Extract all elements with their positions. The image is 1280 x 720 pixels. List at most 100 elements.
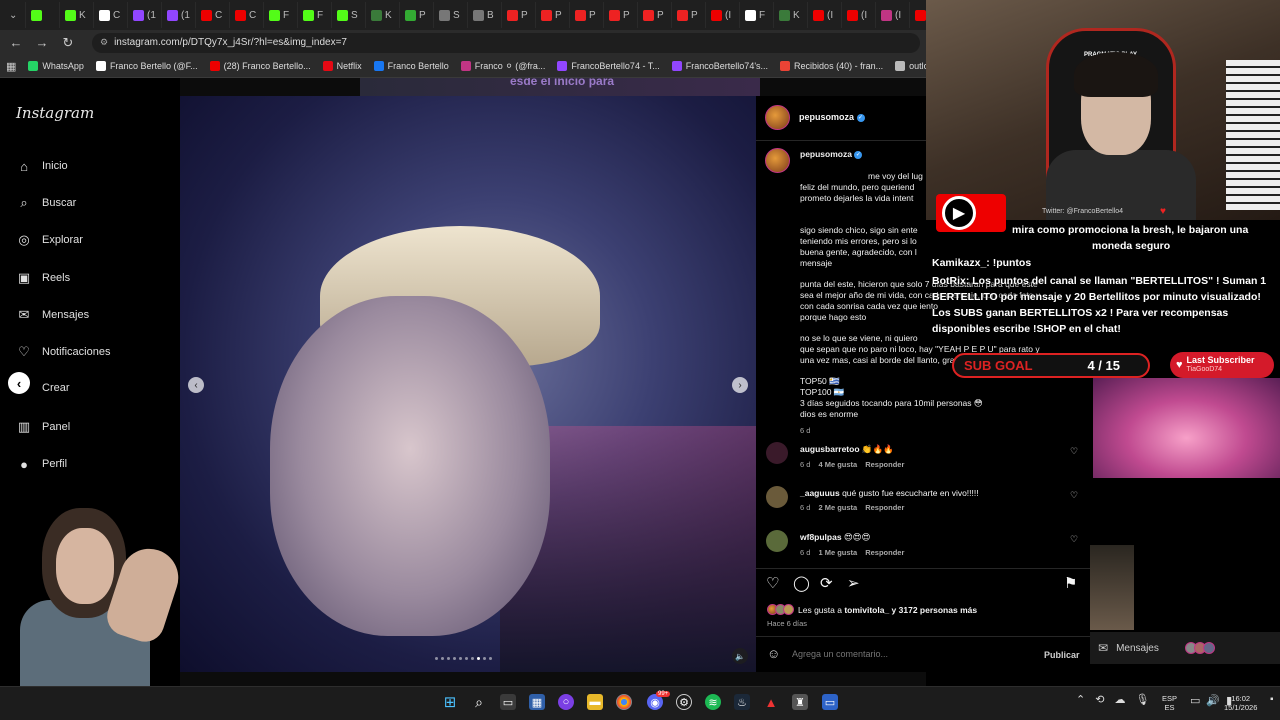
bookmark[interactable]: FrancoBertello74's... [671, 61, 768, 71]
tab-search-icon[interactable]: ⌄ [4, 2, 26, 28]
chrome-icon[interactable] [616, 694, 632, 710]
sidebar-item-buscar[interactable]: ⌕ Buscar [16, 195, 76, 211]
messages-bar[interactable]: ✉ Mensajes [1090, 632, 1280, 664]
bookmark[interactable]: WhatsApp [28, 61, 84, 71]
browser-tab[interactable]: P [570, 2, 604, 28]
browser-tab[interactable]: (I [876, 2, 910, 28]
browser-tab[interactable]: P [502, 2, 536, 28]
language-indicator[interactable]: ESP ES [1162, 694, 1177, 712]
browser-tab[interactable]: K [60, 2, 94, 28]
notifications-icon[interactable]: ▪ [1270, 694, 1274, 705]
reply-button[interactable]: Responder [865, 548, 904, 557]
prev-slide-button[interactable]: ‹ [188, 377, 204, 393]
browser-tab[interactable]: P [400, 2, 434, 28]
browser-tab[interactable]: S [332, 2, 366, 28]
comment-like-icon[interactable]: ♡ [1070, 534, 1078, 545]
bookmark[interactable]: Netflix [322, 61, 362, 71]
tray-onedrive-icon[interactable]: ☁ [1114, 693, 1125, 706]
file-explorer-icon[interactable]: ▬ [587, 694, 603, 710]
like-icon[interactable]: ♡ [766, 574, 779, 592]
apps-grid-icon[interactable]: ▦ [6, 60, 16, 73]
sidebar-item-explorar[interactable]: ◎ Explorar [16, 232, 83, 248]
start-icon[interactable]: ⊞ [442, 694, 458, 711]
sidebar-item-crear[interactable]: ⊕Crear [42, 382, 70, 394]
app-icon[interactable]: ▭ [822, 694, 838, 710]
browser-tab[interactable]: C [94, 2, 128, 28]
browser-tab[interactable]: C [230, 2, 264, 28]
bookmark[interactable]: Franco Bertello (@F... [95, 61, 198, 71]
app-icon[interactable]: ▲ [763, 694, 779, 710]
bookmark[interactable]: (28) Franco Bertello... [209, 61, 311, 71]
sidebar-item-reels[interactable]: ▣ Reels [16, 270, 70, 286]
bookmark[interactable]: FrancoBertello74 - T... [557, 61, 660, 71]
publish-button[interactable]: Publicar [1044, 650, 1080, 660]
next-slide-button[interactable]: › [732, 377, 748, 393]
comment-avatar[interactable] [766, 442, 788, 464]
browser-tab[interactable]: (I [706, 2, 740, 28]
reload-icon[interactable]: ↻ [60, 35, 76, 51]
comment-username[interactable]: augusbarretoo [800, 444, 860, 454]
instagram-logo[interactable]: Instagram [16, 104, 94, 122]
emoji-icon[interactable]: ☺ [767, 646, 780, 661]
bookmark[interactable]: Franco ⚪ (@fra... [460, 61, 545, 72]
repost-icon[interactable]: ⟳ [820, 574, 833, 592]
clock[interactable]: 16:02 15/1/2026 [1224, 694, 1257, 712]
browser-tab[interactable]: (I [808, 2, 842, 28]
browser-tab[interactable]: P [638, 2, 672, 28]
browser-tab[interactable]: F [740, 2, 774, 28]
browser-tab[interactable]: S [434, 2, 468, 28]
sidebar-item-perfil[interactable]: ● Perfil [16, 456, 67, 472]
browser-tab[interactable]: F [298, 2, 332, 28]
tray-mic-icon[interactable]: 🎙 [1135, 693, 1149, 706]
browser-tab[interactable]: C [196, 2, 230, 28]
share-icon[interactable]: ➢ [847, 574, 860, 592]
caption-avatar[interactable] [765, 148, 790, 173]
comment-input[interactable] [792, 645, 1022, 663]
browser-tab[interactable]: P [536, 2, 570, 28]
save-icon[interactable]: ⚑ [1064, 574, 1077, 592]
back-icon[interactable]: ← [8, 35, 24, 51]
browser-tab[interactable]: (1 [128, 2, 162, 28]
search-icon[interactable]: ⌕ [471, 694, 487, 710]
sidebar-item-notificaciones[interactable]: ♡ Notificaciones [16, 344, 110, 360]
reply-button[interactable]: Responder [865, 503, 904, 512]
site-info-icon[interactable]: ⚙ [100, 37, 108, 48]
browser-tab[interactable]: P [672, 2, 706, 28]
app-icon[interactable]: ○ [558, 694, 574, 710]
comment-like-icon[interactable]: ♡ [1070, 490, 1078, 501]
tray-app-icon[interactable]: ⟲ [1095, 693, 1104, 706]
caption-username[interactable]: pepusomoza [800, 149, 852, 159]
comment-avatar[interactable] [766, 486, 788, 508]
sidebar-item-panel[interactable]: ▥ Panel [16, 419, 70, 435]
likes-count[interactable]: y 3172 personas más [889, 605, 978, 615]
steam-icon[interactable]: ♨ [734, 694, 750, 710]
reply-button[interactable]: Responder [865, 460, 904, 469]
bookmark[interactable]: outlook [895, 61, 926, 71]
store-icon[interactable]: ▦ [529, 694, 545, 710]
app-icon[interactable]: ♜ [792, 694, 808, 710]
post-media[interactable] [180, 96, 756, 672]
browser-tab[interactable]: K [774, 2, 808, 28]
browser-tab[interactable]: F [264, 2, 298, 28]
comment-avatar[interactable] [766, 530, 788, 552]
comment-likes[interactable]: 2 Me gusta [818, 503, 857, 512]
mute-icon[interactable]: 🔈 [732, 648, 748, 664]
forward-icon[interactable]: → [34, 35, 50, 51]
url-field[interactable]: ⚙ instagram.com/p/DTQy7x_j4Sr/?hl=es&img… [92, 32, 920, 53]
browser-tab[interactable]: P [604, 2, 638, 28]
browser-tab[interactable]: (1 [162, 2, 196, 28]
comment-username[interactable]: wf8pulpas [800, 532, 842, 542]
browser-tab[interactable] [26, 2, 60, 28]
comment-like-icon[interactable]: ♡ [1070, 446, 1078, 457]
comment-icon[interactable]: ◯ [793, 574, 810, 592]
task-view-icon[interactable]: ▭ [500, 694, 516, 710]
browser-tab[interactable]: (I [842, 2, 876, 28]
comment-likes[interactable]: 1 Me gusta [818, 548, 857, 557]
app-icon[interactable]: ⚙ [676, 694, 692, 710]
comment-username[interactable]: _aaguuus [800, 488, 840, 498]
likes-user[interactable]: tomivitola_ [844, 605, 889, 615]
author-username[interactable]: pepusomoza [799, 112, 854, 122]
browser-tab[interactable]: B [468, 2, 502, 28]
tray-chevron-icon[interactable]: ⌃ [1076, 693, 1085, 706]
back-arrow-button[interactable]: ‹ [8, 372, 30, 394]
